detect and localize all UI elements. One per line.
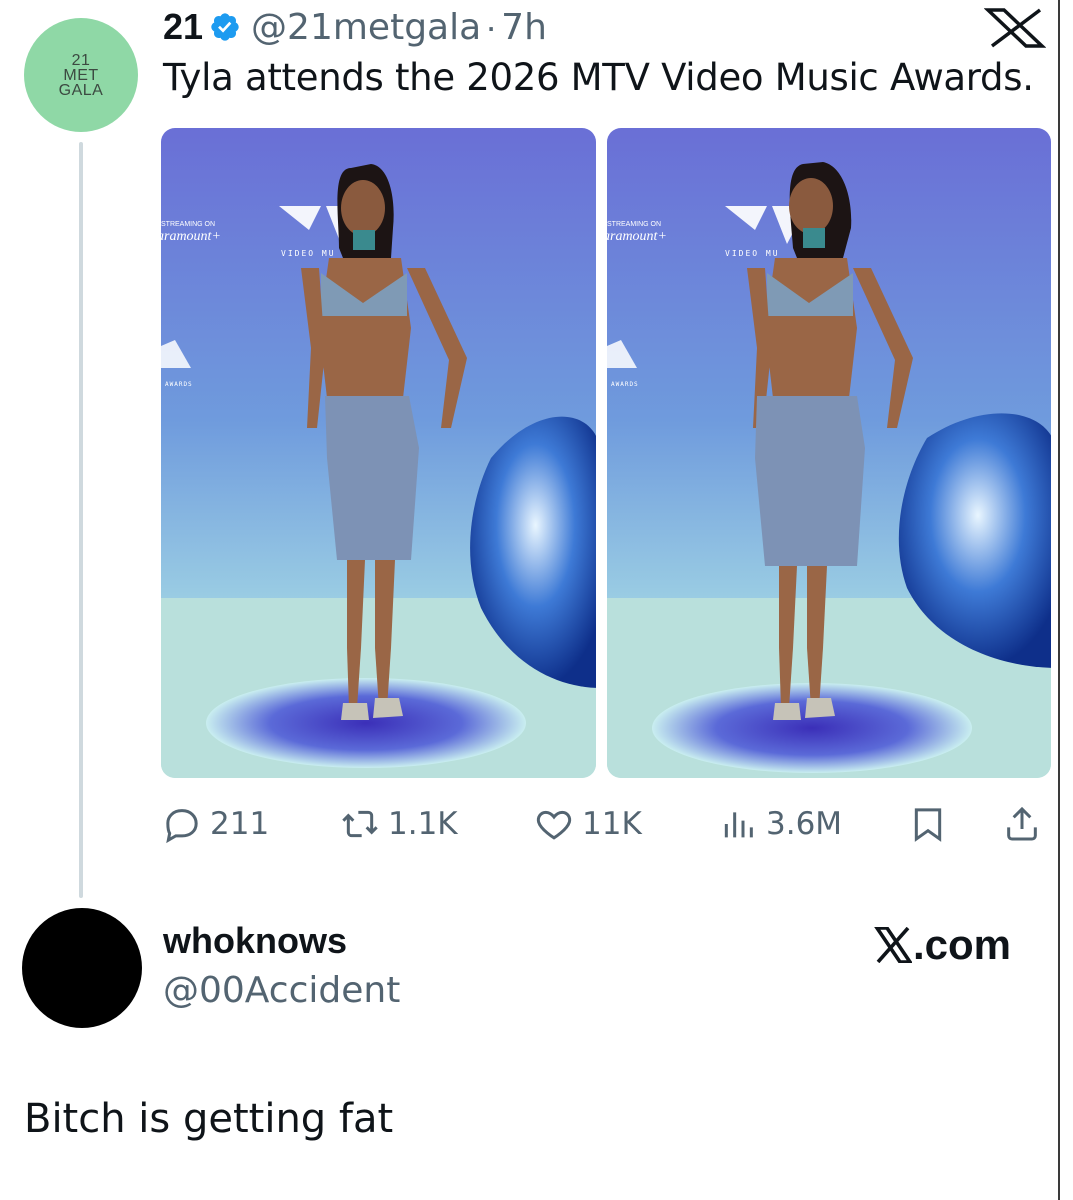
like-button[interactable]: 11K — [534, 796, 642, 852]
share-button[interactable] — [1002, 796, 1050, 852]
tweet-photo-2[interactable]: STREAMING ON aramount+ VIDEO MU AWARDS — [607, 128, 1051, 778]
tweet-action-bar: 211 1.1K 11K 3.6M — [0, 796, 1073, 852]
banner-brand-text: aramount+ — [161, 229, 221, 244]
handle[interactable]: @21metgala — [251, 7, 481, 48]
reply-button[interactable]: 211 — [162, 796, 269, 852]
reply-user-avatar[interactable] — [22, 908, 142, 1028]
photo-2-illustration: STREAMING ON aramount+ VIDEO MU AWARDS — [607, 128, 1051, 778]
tweet-photo-1[interactable]: STREAMING ON aramount+ VIDEO MU AWARDS — [161, 128, 596, 778]
reply-user-name[interactable]: whoknows — [163, 920, 347, 962]
tweet-text: Tyla attends the 2026 MTV Video Music Aw… — [163, 56, 1034, 99]
display-name[interactable]: 21 — [163, 6, 203, 48]
banner-awards-text: AWARDS — [165, 381, 193, 388]
verified-badge-icon — [211, 13, 239, 41]
bookmark-button[interactable] — [908, 796, 956, 852]
x-com-text: .com — [913, 921, 1012, 968]
thread-line — [79, 142, 83, 898]
banner-video-text: VIDEO MU — [725, 249, 780, 258]
reply-icon — [166, 809, 198, 844]
avatar-text-1: 21 — [71, 51, 91, 69]
views-icon — [724, 812, 753, 838]
right-edge-border — [1058, 0, 1060, 1200]
timestamp[interactable]: 7h — [501, 7, 547, 48]
banner-video-text: VIDEO MU — [281, 249, 336, 258]
x-com-watermark: .com — [874, 920, 1011, 970]
banner-small-text: STREAMING ON — [161, 221, 215, 228]
repost-icon — [342, 810, 378, 838]
avatar-text-2: MET — [63, 66, 99, 84]
separator-dot: · — [485, 6, 498, 47]
banner-small-text: STREAMING ON — [607, 221, 661, 228]
repost-button[interactable]: 1.1K — [340, 796, 458, 852]
heart-icon — [536, 810, 572, 840]
avatar-text-3: GALA — [58, 81, 104, 99]
banner-awards-text: AWARDS — [611, 381, 639, 388]
banner-brand-text: aramount+ — [607, 229, 667, 244]
avatar[interactable]: 21 MET GALA — [24, 18, 138, 132]
x-logo-icon — [874, 927, 912, 963]
bookmark-icon — [914, 808, 942, 842]
reply-count: 211 — [210, 806, 270, 842]
share-icon — [1007, 806, 1037, 841]
tweet-header: 21 @21metgala · 7h — [163, 4, 547, 50]
like-count: 11K — [582, 806, 642, 842]
repost-count: 1.1K — [388, 806, 458, 842]
reply-user-handle[interactable]: @00Accident — [163, 970, 400, 1011]
x-logo-icon — [984, 8, 1046, 48]
comment-text: Bitch is getting fat — [24, 1096, 394, 1142]
views-count: 3.6M — [766, 806, 843, 842]
views-button[interactable]: 3.6M — [718, 796, 842, 852]
photo-1-illustration: STREAMING ON aramount+ VIDEO MU AWARDS — [161, 128, 596, 778]
